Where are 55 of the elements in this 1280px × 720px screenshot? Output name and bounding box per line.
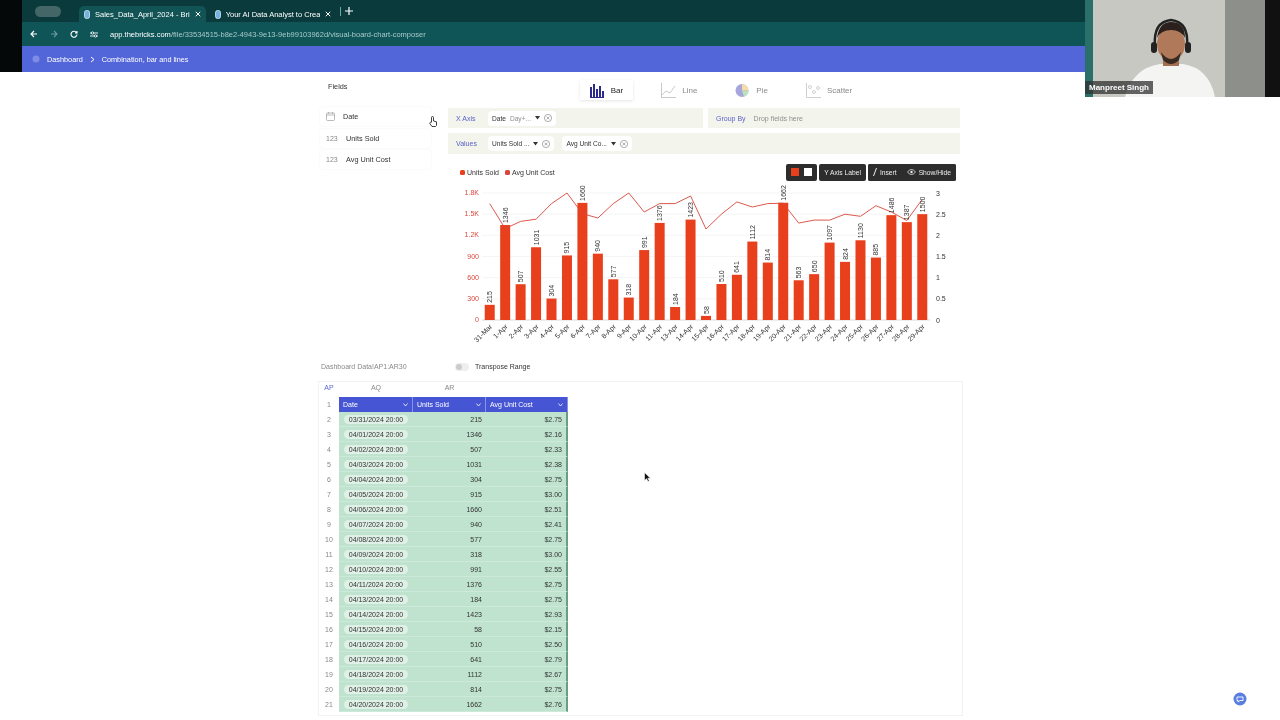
caret-icon bbox=[535, 116, 540, 120]
eye-icon bbox=[906, 169, 916, 175]
plus-icon[interactable] bbox=[345, 7, 354, 15]
slash-icon bbox=[872, 168, 877, 176]
caret-icon bbox=[533, 141, 539, 146]
chart-type-tab[interactable]: Bar bbox=[579, 80, 634, 100]
chart-type-tab[interactable]: Scatter bbox=[795, 80, 863, 100]
forward-icon[interactable] bbox=[50, 30, 58, 38]
site-settings-icon[interactable] bbox=[90, 30, 98, 38]
hand-cursor-icon bbox=[429, 116, 438, 127]
clear-icon[interactable] bbox=[544, 114, 552, 122]
bar bbox=[731, 274, 742, 320]
favicon-icon bbox=[214, 9, 221, 19]
bar bbox=[484, 304, 495, 320]
scatter-chart-icon bbox=[805, 82, 821, 98]
reload-icon[interactable] bbox=[70, 30, 78, 38]
chart-type-tab[interactable]: Line bbox=[651, 80, 708, 100]
bar bbox=[608, 279, 619, 320]
bar bbox=[546, 298, 557, 320]
clear-icon[interactable] bbox=[619, 139, 628, 148]
close-icon[interactable] bbox=[194, 11, 201, 17]
bar bbox=[670, 307, 681, 320]
chevron-icon bbox=[89, 55, 95, 63]
bar bbox=[716, 284, 727, 320]
bar bbox=[701, 315, 711, 320]
bar bbox=[762, 262, 773, 320]
toggle-switch[interactable] bbox=[455, 362, 469, 371]
bar bbox=[809, 274, 820, 320]
color-swatch[interactable] bbox=[791, 168, 800, 176]
pie-chart-icon bbox=[735, 82, 751, 98]
bar bbox=[870, 257, 881, 320]
bar bbox=[639, 250, 650, 320]
bar bbox=[592, 253, 603, 320]
cursor-icon bbox=[644, 472, 651, 482]
chart-type-tab[interactable]: Pie bbox=[725, 80, 778, 100]
favicon-icon bbox=[84, 9, 90, 19]
bar bbox=[840, 261, 851, 320]
bar bbox=[561, 255, 572, 320]
clear-icon[interactable] bbox=[542, 139, 551, 148]
back-icon[interactable] bbox=[30, 30, 38, 38]
calendar-icon bbox=[326, 112, 335, 121]
profile-icon[interactable] bbox=[35, 5, 61, 17]
caret-icon bbox=[610, 141, 616, 146]
bar bbox=[515, 284, 526, 320]
bar bbox=[623, 297, 634, 320]
caret-icon bbox=[476, 402, 481, 407]
participant-name: Manpreet Singh bbox=[1085, 81, 1153, 94]
caret-icon bbox=[403, 402, 408, 407]
chat-icon[interactable] bbox=[1233, 692, 1247, 706]
bar bbox=[793, 280, 804, 320]
color-swatch[interactable] bbox=[804, 168, 813, 176]
caret-icon bbox=[558, 402, 563, 407]
close-icon[interactable] bbox=[325, 11, 332, 17]
bar-chart-icon bbox=[589, 82, 605, 98]
line-chart-icon bbox=[661, 82, 677, 98]
